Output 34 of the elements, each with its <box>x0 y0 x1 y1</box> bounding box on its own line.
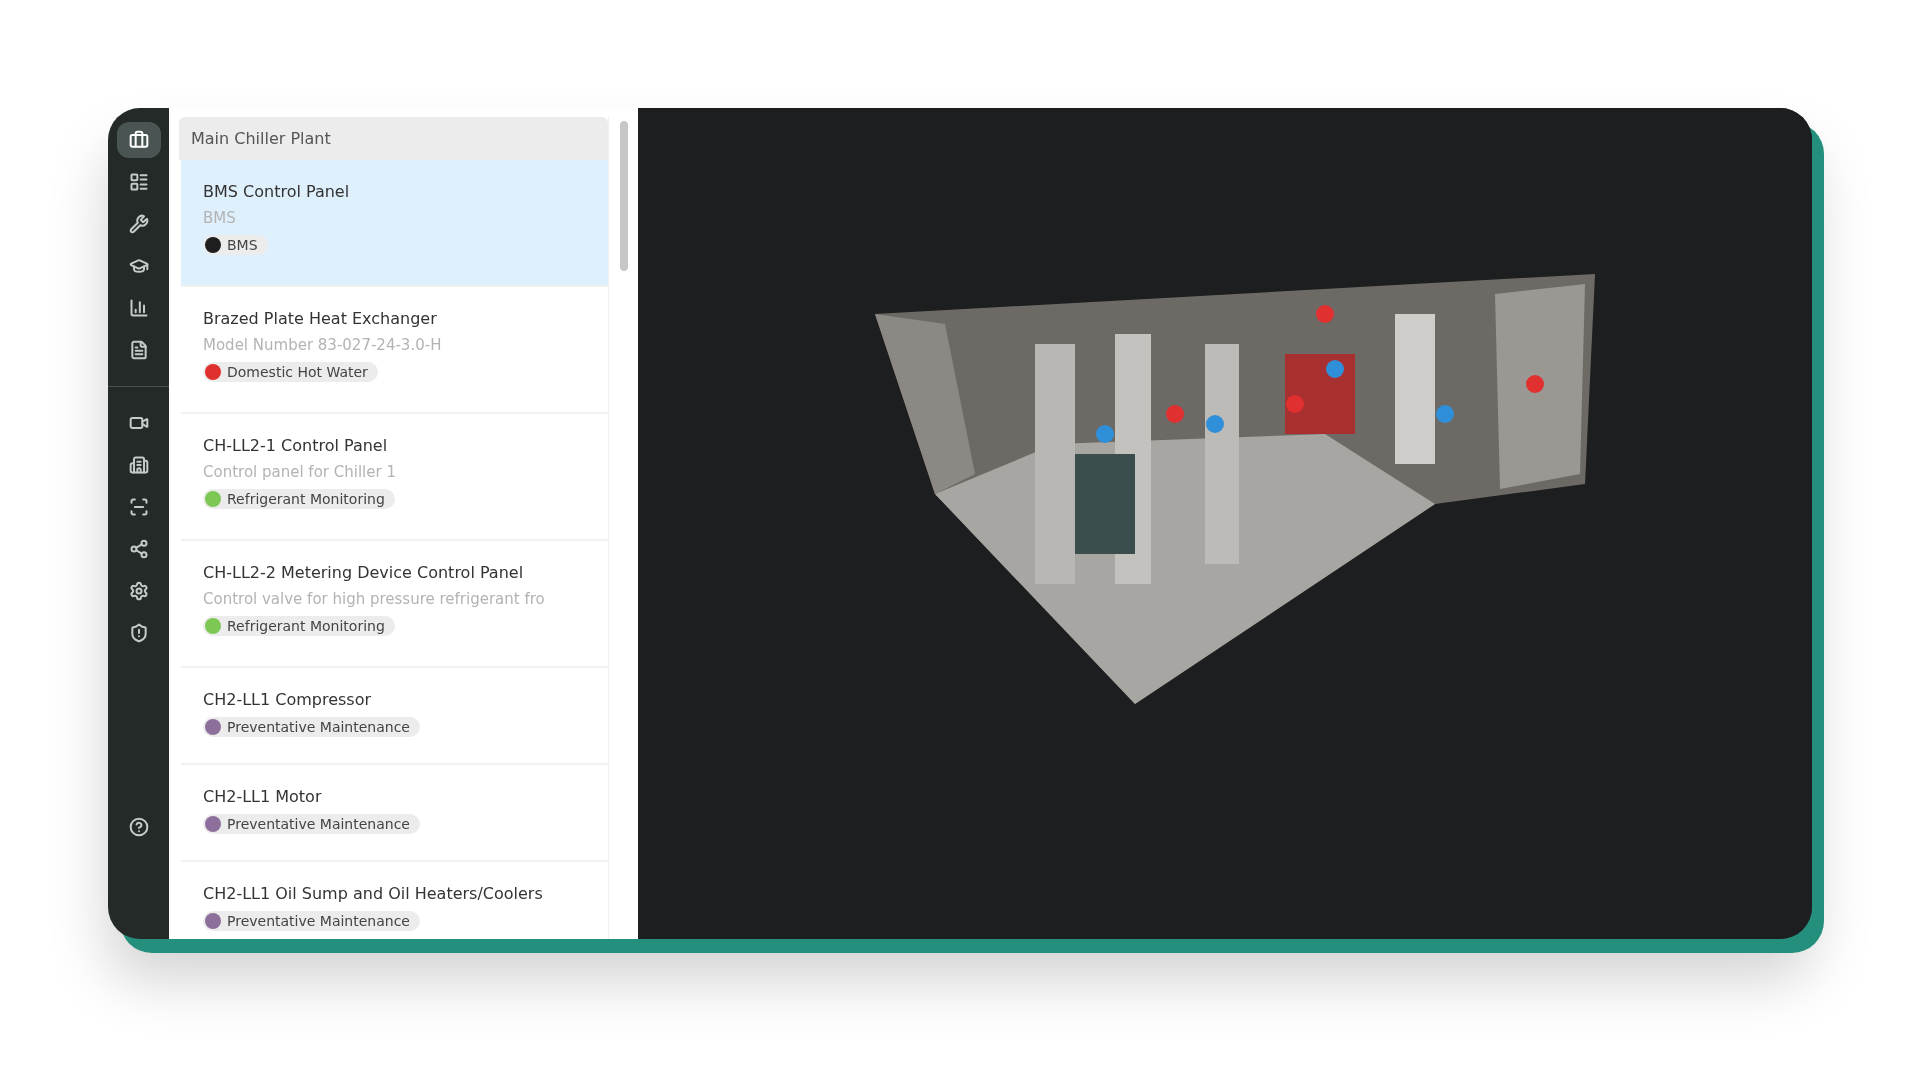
sidebar-button[interactable] <box>116 122 161 158</box>
asset-description: Model Number 83-027-24-3.0-H <box>203 336 443 354</box>
settings-icon <box>128 581 149 601</box>
asset-title: Brazed Plate Heat Exchanger <box>203 309 438 328</box>
category-label: Refrigerant Monitoring <box>227 618 385 634</box>
building-icon <box>128 455 149 475</box>
category-label: BMS <box>227 237 258 253</box>
list-header: Main Chiller Plant <box>179 117 608 160</box>
category-label: Preventative Maintenance <box>227 816 410 832</box>
briefcase-icon <box>128 130 149 150</box>
graduation-cap-icon <box>128 256 149 276</box>
asset-title: CH2-LL1 Compressor <box>203 690 373 709</box>
category-label: Refrigerant Monitoring <box>227 491 385 507</box>
asset-title: BMS Control Panel <box>203 182 351 201</box>
wrench-icon <box>128 214 149 234</box>
document-icon <box>128 340 149 360</box>
bar-chart-icon <box>128 298 149 318</box>
asset-description: BMS <box>203 209 237 227</box>
scrollbar-thumb[interactable] <box>620 121 628 271</box>
dashboard-icon <box>128 172 149 192</box>
asset-title: CH-LL2-2 Metering Device Control Panel <box>203 563 525 582</box>
asset-description: Control panel for Chiller 1 <box>203 463 397 481</box>
asset-title: CH2-LL1 Oil Sump and Oil Heaters/Coolers <box>203 884 544 903</box>
help-icon <box>128 817 149 837</box>
shield-icon <box>128 623 149 643</box>
asset-title: CH-LL2-1 Control Panel <box>203 436 389 455</box>
asset-description: Control valve for high pressure refrigerant fro <box>203 590 546 608</box>
network-icon <box>128 539 149 559</box>
category-label: Preventative Maintenance <box>227 719 410 735</box>
scan-icon <box>128 497 149 517</box>
asset-list-item[interactable]: BMS Control Panel BMS BMS <box>181 160 608 287</box>
asset-title: CH2-LL1 Motor <box>203 787 323 806</box>
category-label: Domestic Hot Water <box>227 364 368 380</box>
category-label: Preventative Maintenance <box>227 913 410 929</box>
